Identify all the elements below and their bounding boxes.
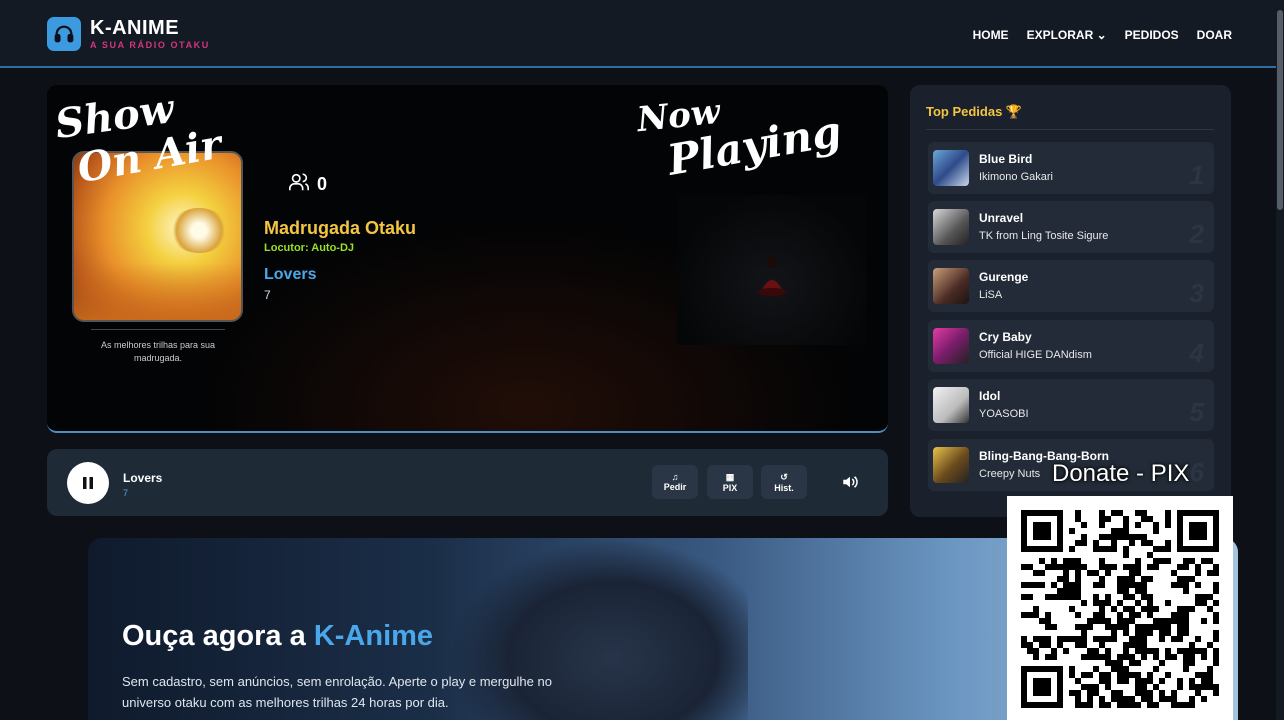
track-title: Cry Baby <box>979 330 1032 344</box>
nav-explorar[interactable]: EXPLORAR ⌄ <box>1027 28 1107 42</box>
nav-doar[interactable]: DOAR <box>1197 28 1232 42</box>
music-note-icon: ♫ <box>671 472 679 482</box>
nav-home[interactable]: HOME <box>973 28 1009 42</box>
site-header: K-ANIME A SUA RÁDIO OTAKU HOME EXPLORAR … <box>0 0 1284 68</box>
track-artist: YOASOBI <box>979 408 1029 420</box>
pause-button[interactable] <box>67 462 109 504</box>
now-playing-panel: Show On Air Now Playing As melhores tril… <box>47 85 888 433</box>
album-thumbnail <box>933 268 969 304</box>
track-title: Idol <box>979 389 1001 403</box>
pix-button[interactable]: ▦ PIX <box>707 465 753 499</box>
top-track-item[interactable]: Unravel TK from Ling Tosite Sigure 2 <box>928 201 1214 253</box>
top-track-item[interactable]: Idol YOASOBI 5 <box>928 379 1214 431</box>
track-rank: 2 <box>1189 219 1204 249</box>
main-nav: HOME EXPLORAR ⌄ PEDIDOS DOAR <box>973 28 1232 42</box>
page-scrollbar[interactable] <box>1276 0 1284 720</box>
request-button-label: Pedir <box>663 482 687 492</box>
divider <box>926 129 1214 130</box>
player-track-title: Lovers <box>123 471 163 485</box>
banner-description: Sem cadastro, sem anúncios, sem enrolaçã… <box>122 674 552 710</box>
listener-count-value: 0 <box>317 174 328 194</box>
album-thumbnail <box>933 209 969 245</box>
album-thumbnail <box>933 150 969 186</box>
top-track-item[interactable]: Cry Baby Official HIGE DANdism 4 <box>928 320 1214 372</box>
listener-count: 0 <box>287 171 327 198</box>
current-song-artist: 7 <box>264 288 271 302</box>
track-artist: TK from Ling Tosite Sigure <box>979 230 1109 242</box>
track-title: Unravel <box>979 211 1024 225</box>
audio-player-bar: Lovers 7 ♫ Pedir ▦ PIX ↺ Hist. <box>47 449 888 516</box>
volume-icon[interactable] <box>840 473 860 496</box>
headphones-icon[interactable] <box>47 17 81 51</box>
donate-pix-label: Donate - PIX <box>1052 460 1190 487</box>
track-title: Blue Bird <box>979 152 1033 166</box>
brand-tagline: A SUA RÁDIO OTAKU <box>90 40 210 50</box>
video-character-figure <box>758 256 786 296</box>
nav-pedidos[interactable]: PEDIDOS <box>1125 28 1179 42</box>
track-rank: 3 <box>1189 278 1204 308</box>
top-requests-title: Top Pedidas 🏆 <box>926 104 1023 119</box>
program-name: Madrugada Otaku <box>264 218 417 238</box>
track-rank: 4 <box>1189 338 1204 368</box>
qrcode-icon: ▦ <box>725 471 735 482</box>
cover-caption: As melhores trilhas para sua madrugada. <box>100 340 216 363</box>
track-artist: Official HIGE DANdism <box>979 349 1092 361</box>
track-artist: Ikimono Gakari <box>979 171 1053 183</box>
pause-icon <box>83 477 93 489</box>
top-track-item[interactable]: Gurenge LiSA 3 <box>928 260 1214 312</box>
qr-code-image <box>1021 510 1219 708</box>
album-thumbnail <box>933 387 969 423</box>
track-rank: 6 <box>1189 457 1204 487</box>
history-icon: ↺ <box>780 471 788 482</box>
track-rank: 1 <box>1189 160 1204 190</box>
pix-qr-code[interactable] <box>1007 496 1233 720</box>
track-artist: Creepy Nuts <box>979 468 1041 480</box>
banner-title-accent: K-Anime <box>313 620 434 652</box>
banner-title-prefix: Ouça agora a <box>122 620 314 652</box>
brand-name[interactable]: K-ANIME <box>90 17 179 40</box>
track-artist: LiSA <box>979 289 1003 301</box>
nav-explorar-label: EXPLORAR <box>1026 28 1094 42</box>
divider <box>91 329 225 330</box>
dj-label: Locutor: Auto-DJ <box>264 242 355 254</box>
album-thumbnail <box>933 328 969 364</box>
banner-title: Ouça agora a K-Anime <box>122 620 433 653</box>
request-button[interactable]: ♫ Pedir <box>652 465 698 499</box>
chevron-down-icon: ⌄ <box>1093 28 1107 42</box>
album-thumbnail <box>933 447 969 483</box>
player-track-artist: 7 <box>123 488 129 498</box>
history-button-label: Hist. <box>774 482 794 493</box>
top-track-item[interactable]: Blue Bird Ikimono Gakari 1 <box>928 142 1214 194</box>
history-button[interactable]: ↺ Hist. <box>761 465 807 499</box>
top-requests-panel: Top Pedidas 🏆 Blue Bird Ikimono Gakari 1… <box>910 85 1231 517</box>
current-song-title: Lovers <box>264 266 317 283</box>
pix-button-label: PIX <box>722 482 738 493</box>
track-title: Gurenge <box>979 270 1029 284</box>
scrollbar-thumb[interactable] <box>1277 10 1283 210</box>
track-rank: 5 <box>1189 397 1204 427</box>
users-icon <box>287 171 311 198</box>
